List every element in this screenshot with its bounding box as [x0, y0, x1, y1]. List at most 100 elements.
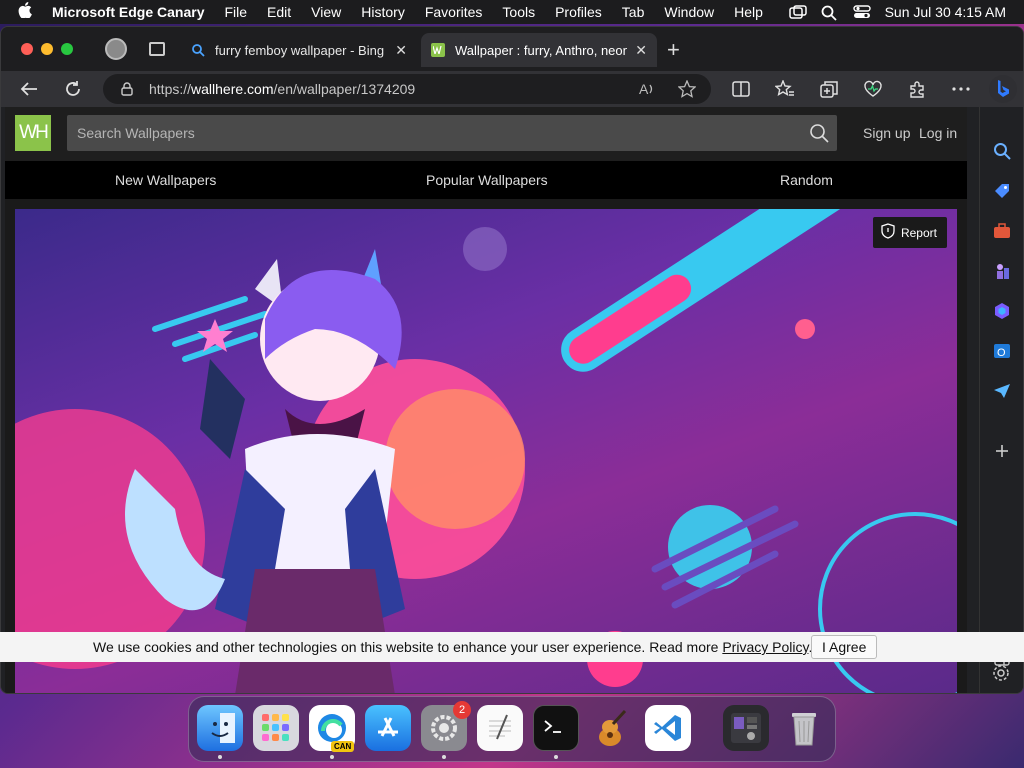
cookie-message: We use cookies and other technologies on… — [93, 639, 812, 655]
add-favorite-star-icon[interactable] — [677, 79, 697, 99]
wallpaper-artwork — [15, 209, 957, 693]
tools-briefcase-icon[interactable] — [992, 221, 1012, 241]
menu-favorites[interactable]: Favorites — [425, 4, 483, 20]
sign-up-link[interactable]: Sign up — [863, 125, 910, 141]
shopping-tag-icon[interactable] — [992, 181, 1012, 201]
apple-icon[interactable] — [18, 2, 38, 22]
search-input[interactable] — [67, 115, 787, 151]
macos-menu-bar: Microsoft Edge Canary File Edit View His… — [0, 0, 1024, 24]
trash-icon[interactable] — [781, 705, 827, 751]
games-chess-icon[interactable] — [992, 261, 1012, 281]
macos-dock: CAN 2 — [188, 696, 836, 762]
menu-profiles[interactable]: Profiles — [555, 4, 602, 20]
nav-random[interactable]: Random — [780, 172, 833, 188]
shield-icon — [881, 223, 895, 242]
tab-actions-icon[interactable] — [149, 42, 165, 56]
browser-toolbar: https://wallhere.com/en/wallpaper/137420… — [1, 71, 1023, 107]
edge-sidebar: O — [979, 107, 1023, 693]
menu-help[interactable]: Help — [734, 4, 763, 20]
menu-view[interactable]: View — [311, 4, 341, 20]
vscode-icon[interactable] — [645, 705, 691, 751]
svg-text:A: A — [639, 81, 649, 97]
window-overview-icon[interactable] — [788, 5, 807, 19]
spotlight-search-icon[interactable] — [821, 5, 839, 21]
menu-history[interactable]: History — [361, 4, 405, 20]
menu-bar-clock[interactable]: Sun Jul 30 4:15 AM — [885, 4, 1006, 20]
wallhere-favicon-icon — [431, 43, 445, 57]
running-indicator — [442, 755, 446, 759]
zoom-window-button[interactable] — [61, 43, 73, 55]
site-nav: New Wallpapers Popular Wallpapers Random — [5, 161, 967, 199]
bing-copilot-icon[interactable] — [989, 75, 1017, 103]
close-window-button[interactable] — [21, 43, 33, 55]
garageband-icon[interactable] — [589, 705, 635, 751]
wallpaper-image[interactable]: Report — [15, 209, 957, 693]
search-box — [67, 115, 837, 151]
settings-gear-icon[interactable] — [992, 664, 1010, 687]
svg-text:O: O — [997, 347, 1006, 359]
collections-icon[interactable] — [819, 79, 839, 99]
web-page: WH Sign up Log in New Wallpapers Popular… — [5, 107, 967, 693]
textedit-icon[interactable] — [477, 705, 523, 751]
sidebar-search-icon[interactable] — [992, 141, 1012, 161]
extensions-icon[interactable] — [907, 79, 927, 99]
menu-edit[interactable]: Edit — [267, 4, 291, 20]
log-in-link[interactable]: Log in — [919, 125, 957, 141]
menu-tools[interactable]: Tools — [502, 4, 535, 20]
favorites-icon[interactable] — [775, 79, 795, 99]
refresh-icon[interactable] — [63, 79, 83, 99]
running-indicator — [554, 755, 558, 759]
browser-window: furry femboy wallpaper - Bing ✕ Wallpape… — [0, 26, 1024, 694]
back-arrow-icon[interactable] — [19, 79, 39, 99]
read-aloud-icon[interactable]: A — [637, 79, 657, 99]
menu-file[interactable]: File — [224, 4, 247, 20]
outlook-icon[interactable]: O — [992, 341, 1012, 361]
tab-title: Wallpaper : furry, Anthro, neon — [455, 42, 628, 58]
close-tab-icon[interactable]: ✕ — [635, 42, 647, 59]
nav-popular-wallpapers[interactable]: Popular Wallpapers — [426, 172, 548, 188]
recent-document-icon[interactable] — [723, 705, 769, 751]
window-controls — [21, 43, 73, 55]
site-header: WH Sign up Log in — [5, 107, 967, 161]
running-indicator — [218, 755, 222, 759]
bing-search-favicon-icon — [191, 43, 205, 57]
cookie-agree-button[interactable]: I Agree — [811, 635, 878, 659]
close-tab-icon[interactable]: ✕ — [395, 42, 407, 59]
more-options-icon[interactable] — [951, 79, 971, 99]
privacy-policy-link[interactable]: Privacy Policy — [722, 639, 808, 655]
wallhere-logo[interactable]: WH — [15, 115, 51, 151]
split-screen-icon[interactable] — [731, 79, 751, 99]
control-center-icon[interactable] — [852, 5, 871, 19]
canary-label: CAN — [331, 741, 355, 752]
add-sidebar-app-icon[interactable] — [992, 441, 1012, 461]
browser-essentials-icon[interactable] — [863, 79, 883, 99]
drop-send-icon[interactable] — [992, 381, 1012, 401]
tab-bing-search[interactable]: furry femboy wallpaper - Bing ✕ — [181, 33, 417, 67]
edge-canary-icon[interactable]: CAN — [309, 705, 355, 752]
search-icon[interactable] — [809, 123, 829, 148]
url-text[interactable]: https://wallhere.com/en/wallpaper/137420… — [149, 81, 415, 97]
report-button[interactable]: Report — [872, 217, 947, 248]
microsoft-365-icon[interactable] — [992, 301, 1012, 321]
active-app-name[interactable]: Microsoft Edge Canary — [52, 4, 204, 20]
tab-title: furry femboy wallpaper - Bing — [215, 42, 385, 58]
menu-window[interactable]: Window — [664, 4, 714, 20]
menu-tab[interactable]: Tab — [622, 4, 645, 20]
profile-avatar-icon[interactable] — [105, 38, 127, 60]
terminal-icon[interactable] — [533, 705, 579, 751]
cookie-banner: We use cookies and other technologies on… — [0, 632, 1024, 662]
lock-icon[interactable] — [121, 82, 133, 96]
report-label: Report — [900, 225, 937, 240]
address-bar[interactable]: https://wallhere.com/en/wallpaper/137420… — [103, 74, 711, 104]
launchpad-icon[interactable] — [253, 705, 299, 751]
notification-badge: 2 — [453, 701, 471, 719]
system-settings-icon[interactable]: 2 — [421, 701, 471, 751]
app-store-icon[interactable] — [365, 705, 411, 751]
minimize-window-button[interactable] — [41, 43, 53, 55]
tab-strip: furry femboy wallpaper - Bing ✕ Wallpape… — [1, 27, 1023, 71]
running-indicator — [330, 755, 334, 759]
finder-icon[interactable] — [197, 705, 243, 751]
new-tab-icon[interactable]: + — [667, 37, 680, 63]
tab-wallhere-active[interactable]: Wallpaper : furry, Anthro, neon ✕ — [421, 33, 657, 67]
nav-new-wallpapers[interactable]: New Wallpapers — [115, 172, 216, 188]
